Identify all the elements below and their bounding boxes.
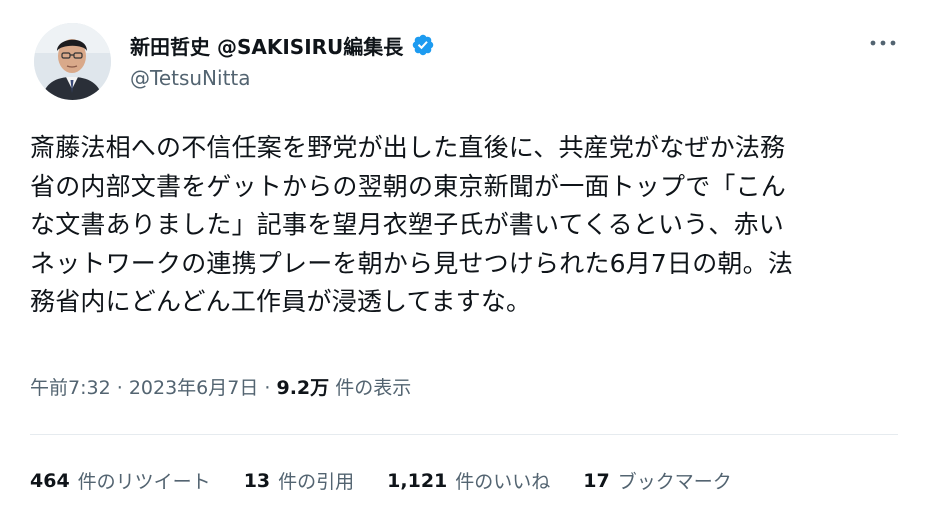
tweet-text-line: 斎藤法相への不信任案を野党が出した直後に、共産党がなぜか法務: [30, 133, 786, 162]
engagement-stats: 464 件のリツイート 13 件の引用 1,121 件のいいね 17 ブックマー…: [30, 467, 732, 494]
retweets-count: 464: [30, 469, 70, 492]
more-dots-icon: [870, 40, 896, 46]
quotes-stat[interactable]: 13 件の引用: [244, 467, 354, 494]
avatar-photo: [34, 23, 111, 100]
tweet-text-line: 省の内部文書をゲットからの翌朝の東京新聞が一面トップで「こん: [30, 171, 787, 201]
author-display-name[interactable]: 新田哲史 @SAKISIRU編集長: [130, 31, 403, 60]
tweet-text: 斎藤法相への不信任案を野党が出した直後に、共産党がなぜか法務 省の内部文書をゲッ…: [30, 129, 906, 322]
quotes-label: 件の引用: [278, 471, 355, 493]
author-name-row[interactable]: 新田哲史 @SAKISIRU編集長: [130, 30, 435, 60]
likes-label: 件のいいね: [455, 471, 551, 493]
views-count: 9.2万: [276, 377, 330, 399]
tweet-text-line: 務省内にどんどん工作員が浸透してますな。: [30, 287, 532, 317]
tweet-meta: 午前7:32 · 2023年6月7日 · 9.2万 件の表示: [30, 373, 411, 400]
likes-count: 1,121: [387, 469, 448, 492]
meta-separator: ·: [116, 377, 123, 399]
tweet-text-line: な文書ありました」記事を望月衣塑子氏が書いてくるという、赤い: [30, 210, 785, 240]
bookmarks-count: 17: [583, 469, 610, 492]
avatar[interactable]: [34, 23, 111, 100]
more-options-button[interactable]: [866, 30, 900, 56]
divider: [30, 434, 898, 435]
views-label: 件の表示: [335, 377, 412, 399]
author-handle[interactable]: @TetsuNitta: [130, 66, 251, 90]
meta-separator: ·: [264, 377, 271, 399]
quotes-count: 13: [243, 469, 271, 492]
retweets-stat[interactable]: 464 件のリツイート: [30, 467, 211, 494]
tweet-date[interactable]: 2023年6月7日: [129, 377, 259, 399]
tweet-time[interactable]: 午前7:32: [30, 377, 111, 399]
bookmarks-stat[interactable]: 17 ブックマーク: [583, 467, 731, 494]
retweets-label: 件のリツイート: [77, 471, 211, 493]
verified-badge-icon: [413, 34, 434, 56]
likes-stat[interactable]: 1,121 件のいいね: [387, 467, 550, 494]
tweet-text-line: ネットワークの連携プレーを朝から見せつけられた6月7日の朝。法: [30, 248, 794, 278]
bookmarks-label: ブックマーク: [617, 471, 732, 493]
